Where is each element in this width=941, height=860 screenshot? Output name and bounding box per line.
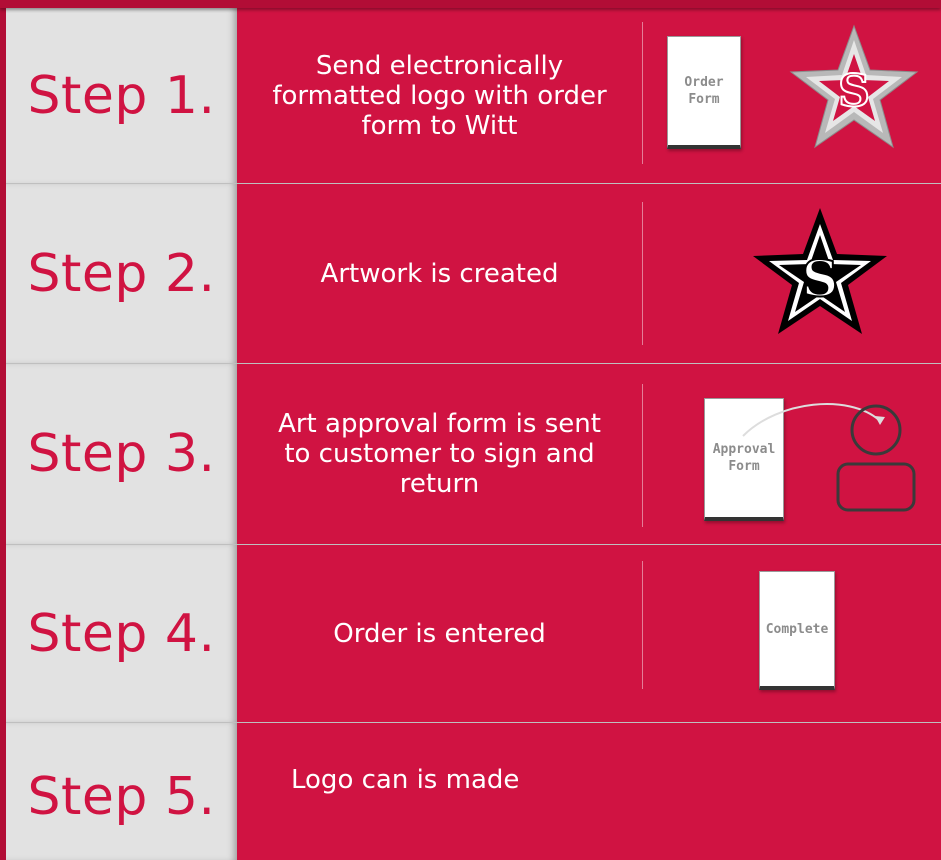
row-separator-4 xyxy=(0,722,941,723)
step-4-label-cell: Step 4. xyxy=(6,545,237,722)
step-3-label: Step 3. xyxy=(27,424,216,484)
customer-icon xyxy=(836,404,916,512)
step-2-divider xyxy=(642,202,643,345)
star-logo-letter: S xyxy=(838,66,870,117)
step-4-text: Order is entered xyxy=(333,618,546,649)
step-1-label-cell: Step 1. xyxy=(6,8,237,184)
step-2-text: Artwork is created xyxy=(320,258,559,289)
step-1-divider xyxy=(642,22,643,164)
step-5-label-cell: Step 5. xyxy=(6,723,237,860)
step-1-row: Step 1. Send electronically formatted lo… xyxy=(0,8,941,184)
approval-form-document-text: Approval Form xyxy=(712,442,776,474)
step-2-label-cell: Step 2. xyxy=(6,184,237,363)
star-logo-letter: S xyxy=(802,249,838,308)
step-3-icons: Approval Form xyxy=(643,364,941,544)
complete-document-text: Complete xyxy=(765,621,829,637)
star-logo-icon: S xyxy=(789,24,919,149)
step-5-label: Step 5. xyxy=(27,766,216,827)
step-1-text: Send electronically formatted logo with … xyxy=(272,51,607,141)
step-4-text-cell: Order is entered xyxy=(237,545,642,722)
step-4-icons: Complete xyxy=(643,545,941,722)
step-5-row: Step 5. Logo can is made xyxy=(0,723,941,860)
step-1-label: Step 1. xyxy=(27,66,216,126)
star-logo-icon: S xyxy=(753,208,887,334)
step-3-text-cell: Art approval form is sent to customer to… xyxy=(237,364,642,544)
row-separator-1 xyxy=(0,183,941,184)
step-4-row: Step 4. Order is entered Complete xyxy=(0,545,941,722)
step-2-label: Step 2. xyxy=(27,243,216,304)
left-edge xyxy=(0,0,6,860)
step-5-text-cell: Logo can is made xyxy=(237,723,642,860)
order-form-document-icon: Order Form xyxy=(667,36,741,149)
step-2-text-cell: Artwork is created xyxy=(237,184,642,363)
step-5-text: Logo can is made xyxy=(291,765,520,795)
step-3-label-cell: Step 3. xyxy=(6,364,237,544)
step-1-text-cell: Send electronically formatted logo with … xyxy=(237,8,642,184)
order-form-document-text: Order Form xyxy=(684,75,724,107)
step-2-row: Step 2. Artwork is created S xyxy=(0,184,941,363)
step-1-icons: Order Form S xyxy=(643,8,941,184)
row-separator-3 xyxy=(0,544,941,545)
step-4-label: Step 4. xyxy=(27,603,216,664)
step-3-divider xyxy=(642,384,643,527)
step-3-row: Step 3. Art approval form is sent to cus… xyxy=(0,364,941,544)
top-bar xyxy=(0,0,941,8)
step-2-icons: S xyxy=(643,184,941,363)
step-4-divider xyxy=(642,561,643,689)
complete-document-icon: Complete xyxy=(759,571,835,690)
step-3-text: Art approval form is sent to customer to… xyxy=(278,409,601,499)
row-separator-2 xyxy=(0,363,941,364)
